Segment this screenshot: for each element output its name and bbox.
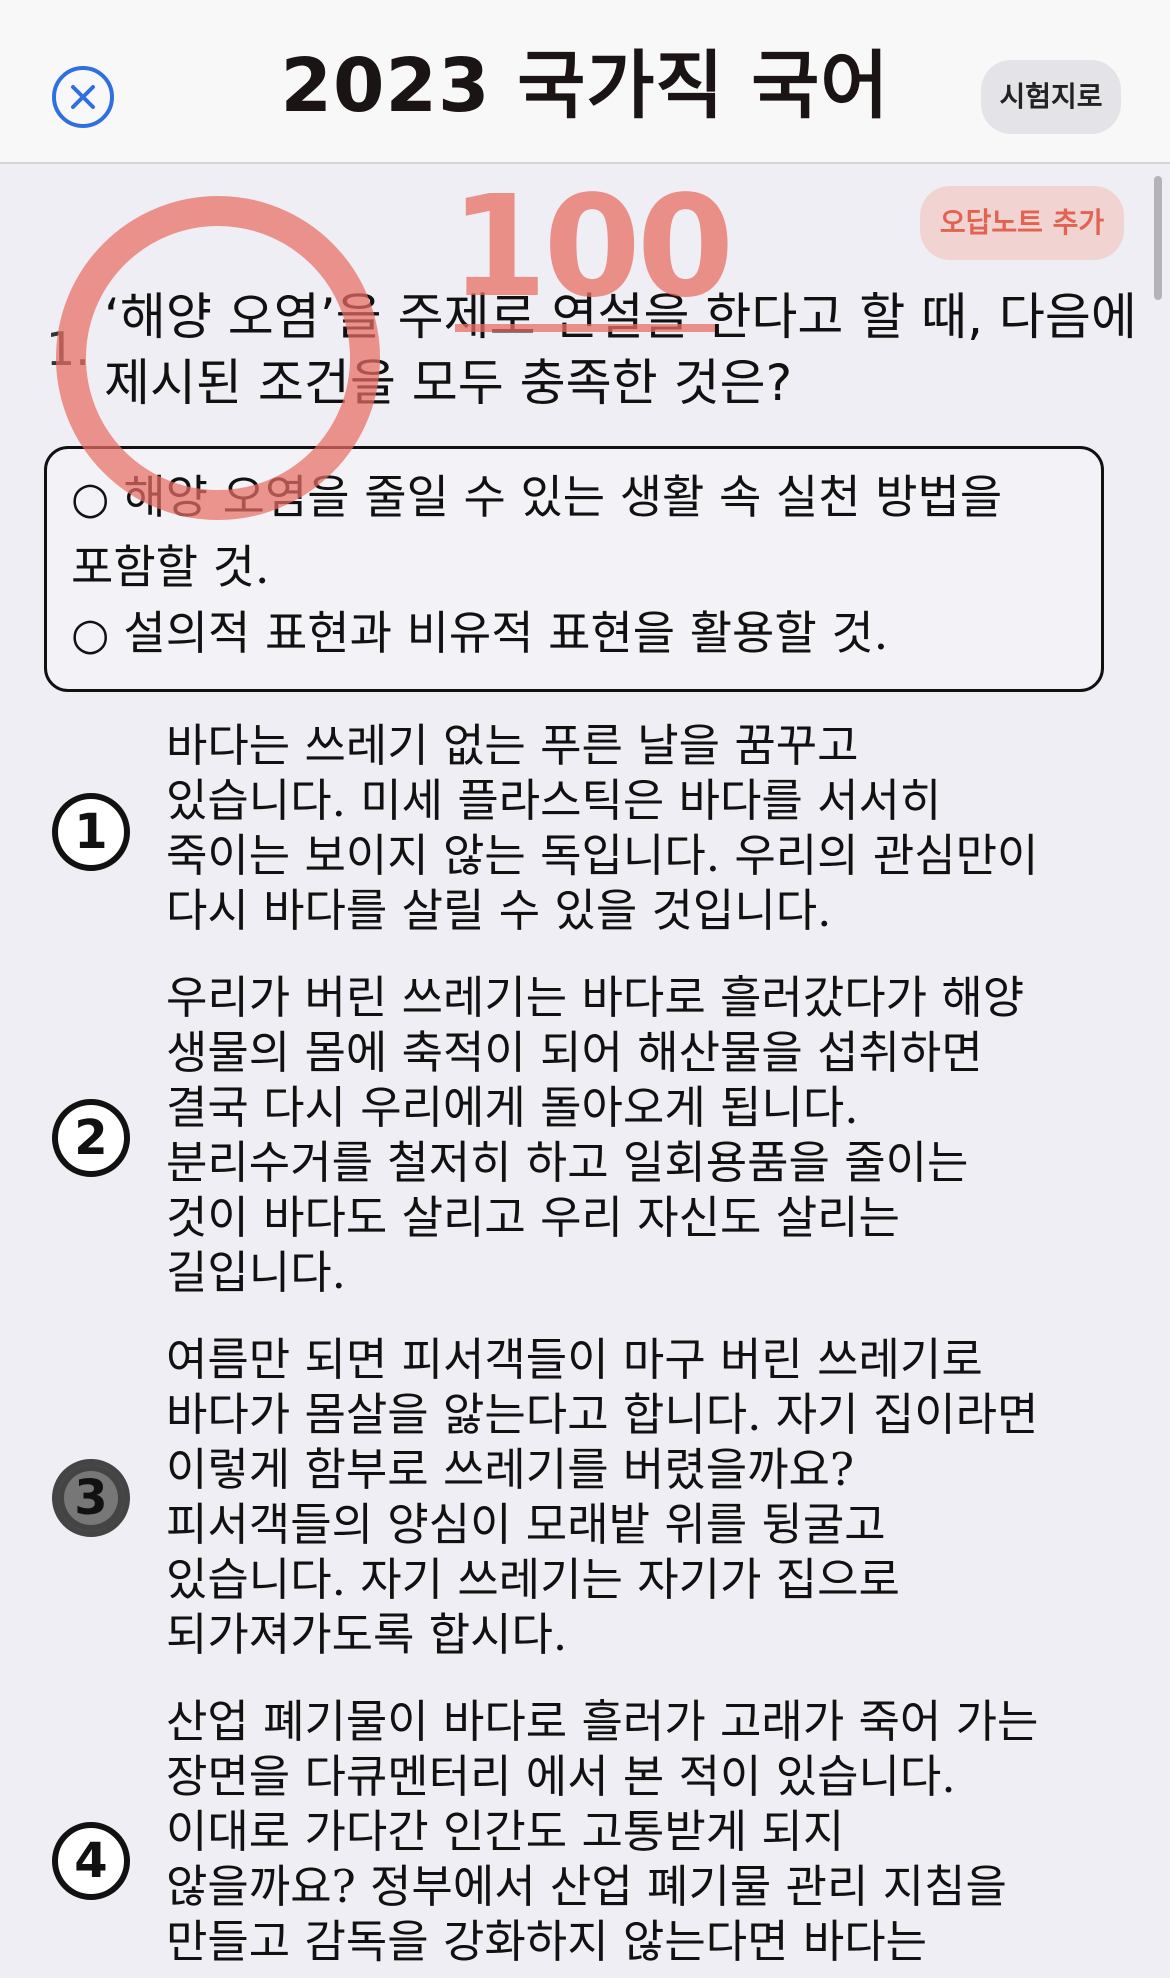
condition-bullet-icon: ○: [71, 609, 110, 660]
add-wrong-note-button[interactable]: 오답노트 추가: [920, 186, 1124, 260]
choice-line: 이렇게 함부로 쓰레기를 버렸을까요?: [166, 1443, 855, 1496]
choice-line: 되가져가도록 합시다.: [166, 1608, 568, 1661]
condition-line: 설의적 표현과 비유적 표현을 활용할 것.: [123, 606, 889, 660]
back-to-exam-button[interactable]: 시험지로: [981, 60, 1121, 134]
choice-line: 결국 다시 우리에게 돌아오게 됩니다.: [166, 1081, 859, 1134]
score-mark: 100: [450, 166, 734, 329]
choice-1-number[interactable]: 1: [52, 793, 130, 871]
condition-bullet-icon: ○: [71, 473, 110, 524]
condition-2: ○ 설의적 표현과 비유적 표현을 활용할 것.: [71, 599, 1101, 669]
choice-line: 있습니다. 미세 플라스틱은 바다를 서서히: [166, 774, 942, 827]
page-title: 2023 국가직 국어: [280, 43, 890, 129]
choice-line: 만들고 감독을 강화하지 않는다면 바다는: [166, 1915, 928, 1968]
choice-line: 분리수거를 철저히 하고 일회용품을 줄이는: [166, 1136, 969, 1189]
choice-line: 여름만 되면 피서객들이 마구 버린 쓰레기로: [166, 1333, 983, 1386]
choice-4-text[interactable]: 산업 폐기물이 바다로 흘러가 고래가 죽어 가는 장면을 다큐멘터리 에서 본…: [166, 1694, 1156, 1969]
choice-line: 있습니다. 자기 쓰레기는 자기가 집으로: [166, 1553, 900, 1606]
choice-line: 않을까요? 정부에서 산업 폐기물 관리 지침을: [166, 1860, 1007, 1913]
choice-3-number-selected[interactable]: 3: [52, 1459, 130, 1537]
choice-line: 다시 바다를 살릴 수 있을 것입니다.: [166, 884, 832, 937]
choice-line: 길입니다.: [166, 1246, 346, 1299]
choice-line: 바다는 쓰레기 없는 푸른 날을 꿈꾸고: [166, 719, 859, 772]
condition-line: 포함할 것.: [71, 540, 270, 594]
choice-4-number[interactable]: 4: [52, 1822, 130, 1900]
choice-line: 장면을 다큐멘터리 에서 본 적이 있습니다.: [166, 1750, 956, 1803]
choice-line: 것이 바다도 살리고 우리 자신도 살리는: [166, 1191, 900, 1244]
score-underline: [455, 324, 715, 332]
choice-line: 죽이는 보이지 않는 독입니다. 우리의 관심만이: [166, 829, 1039, 882]
choice-3-text[interactable]: 여름만 되면 피서객들이 마구 버린 쓰레기로 바다가 몸살을 앓는다고 합니다…: [166, 1332, 1156, 1662]
choice-2-number[interactable]: 2: [52, 1099, 130, 1177]
choice-line: 생물의 몸에 축적이 되어 해산물을 섭취하면: [166, 1026, 983, 1079]
close-button[interactable]: [52, 66, 114, 128]
scrollbar[interactable]: [1154, 176, 1162, 300]
choice-line: 산업 폐기물이 바다로 흘러가 고래가 죽어 가는: [166, 1695, 1039, 1748]
top-bar: 2023 국가직 국어 시험지로: [0, 0, 1170, 164]
choice-line: 우리가 버린 쓰레기는 바다로 흘러갔다가 해양: [166, 971, 1025, 1024]
choice-line: 이대로 가다간 인간도 고통받게 되지: [166, 1805, 845, 1858]
choice-line: 피서객들의 양심이 모래밭 위를 뒹굴고: [166, 1498, 886, 1551]
choice-1-text[interactable]: 바다는 쓰레기 없는 푸른 날을 꿈꾸고 있습니다. 미세 플라스틱은 바다를 …: [166, 718, 1156, 938]
choice-2-text[interactable]: 우리가 버린 쓰레기는 바다로 흘러갔다가 해양 생물의 몸에 축적이 되어 해…: [166, 970, 1156, 1300]
grade-circle-mark: [56, 196, 380, 520]
close-icon: [71, 85, 95, 109]
choice-line: 바다가 몸살을 앓는다고 합니다. 자기 집이라면: [166, 1388, 1039, 1441]
